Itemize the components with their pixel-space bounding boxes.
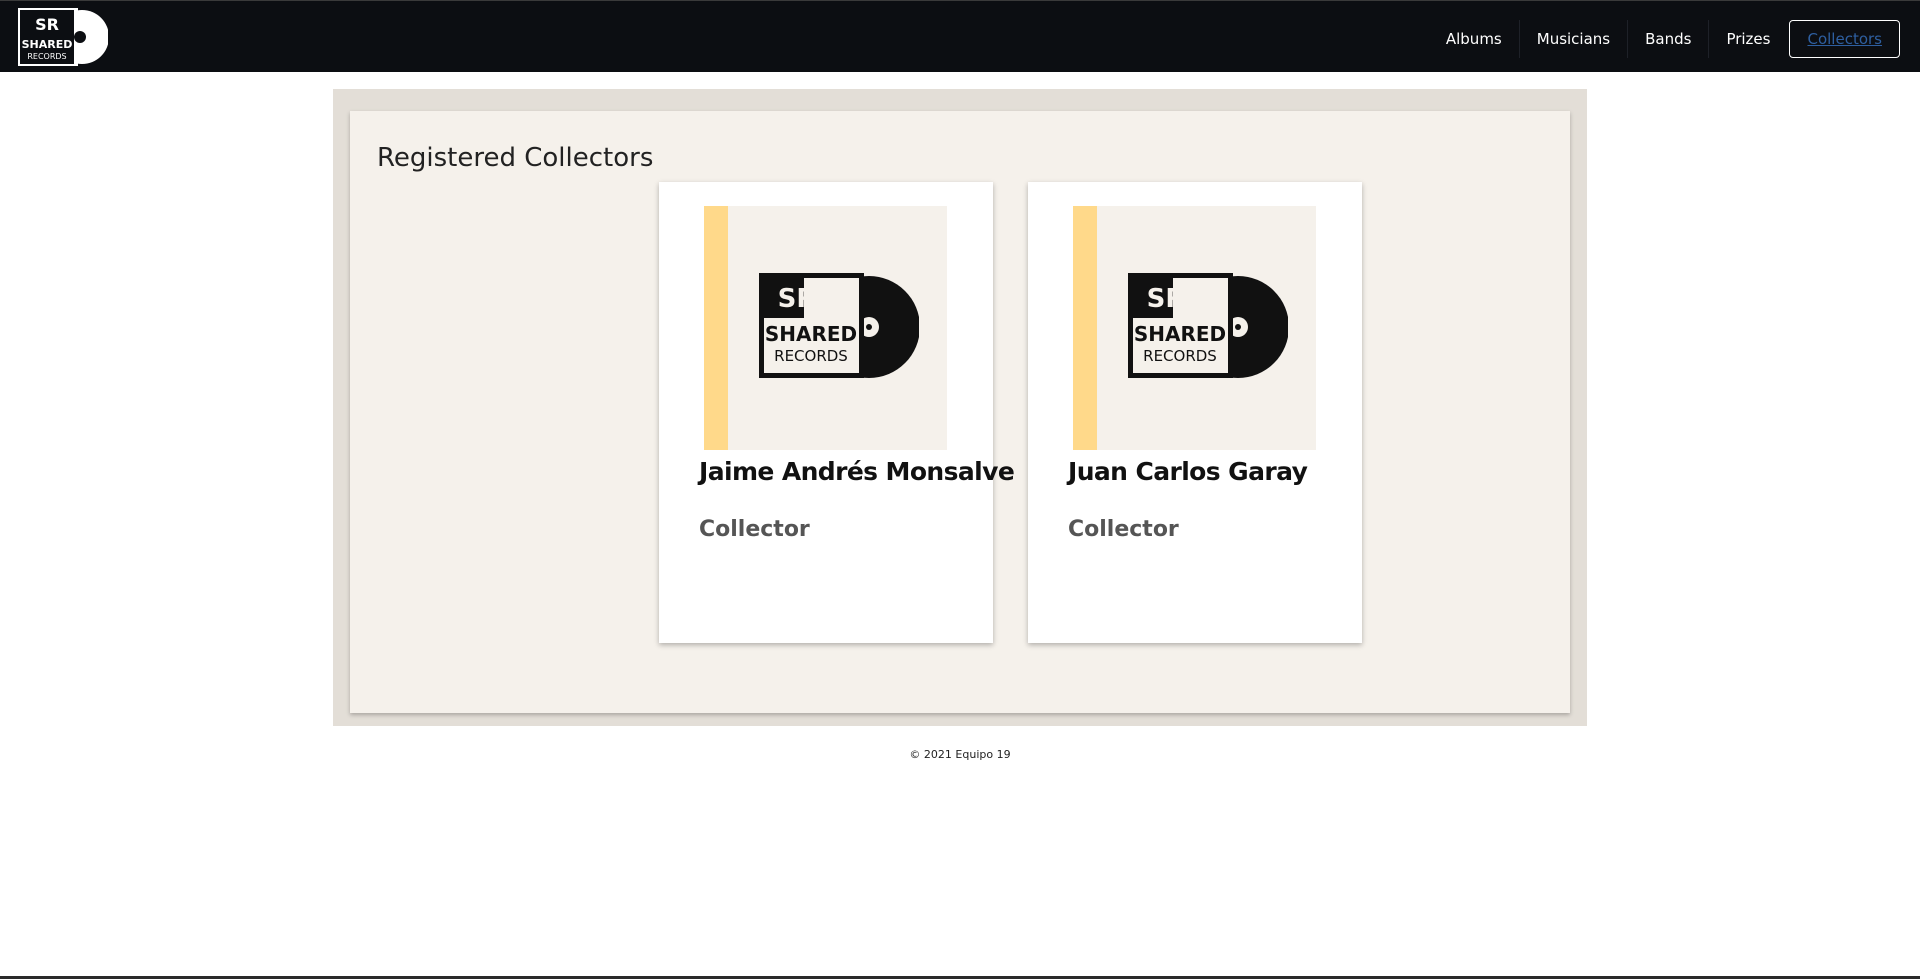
nav-link-prizes[interactable]: Prizes xyxy=(1708,20,1787,58)
main-content: Registered Collectors SR SHARED RECORDS … xyxy=(333,89,1587,726)
collectors-panel: Registered Collectors SR SHARED RECORDS … xyxy=(350,111,1570,713)
shared-records-logo-icon: SR SHARED RECORDS xyxy=(1128,273,1288,378)
collector-image: SR SHARED RECORDS xyxy=(1073,206,1316,450)
collector-image: SR SHARED RECORDS xyxy=(704,206,947,450)
copyright-text: © 2021 Equipo 19 xyxy=(909,748,1011,761)
nav-link-bands[interactable]: Bands xyxy=(1627,20,1708,58)
svg-text:RECORDS: RECORDS xyxy=(27,52,66,61)
nav-link-collectors[interactable]: Collectors xyxy=(1789,20,1900,58)
collector-role: Collector xyxy=(699,517,810,542)
page-title: Registered Collectors xyxy=(377,143,654,173)
svg-text:SR: SR xyxy=(778,284,817,314)
svg-text:RECORDS: RECORDS xyxy=(1143,347,1217,365)
collector-name: Juan Carlos Garay xyxy=(1068,457,1308,486)
image-accent-strip xyxy=(1073,206,1097,450)
shared-records-logo-icon: SR SHARED RECORDS xyxy=(759,273,919,378)
nav-link-albums[interactable]: Albums xyxy=(1429,20,1519,58)
svg-text:SHARED: SHARED xyxy=(1134,322,1226,346)
svg-text:RECORDS: RECORDS xyxy=(774,347,848,365)
top-navbar: SR SHARED RECORDS Albums Musicians Bands… xyxy=(0,0,1920,72)
page-footer: © 2021 Equipo 19 xyxy=(0,748,1920,761)
nav-link-musicians[interactable]: Musicians xyxy=(1518,20,1627,58)
svg-text:SR: SR xyxy=(35,15,59,34)
main-nav: Albums Musicians Bands Prizes Collectors xyxy=(1429,20,1900,58)
svg-text:SHARED: SHARED xyxy=(765,322,857,346)
image-accent-strip xyxy=(704,206,728,450)
collector-card[interactable]: SR SHARED RECORDS Juan Carlos Garay Coll… xyxy=(1028,182,1362,643)
collector-card[interactable]: SR SHARED RECORDS Jaime Andrés Monsalve … xyxy=(659,182,1015,643)
shared-records-logo-icon[interactable]: SR SHARED RECORDS xyxy=(18,8,109,66)
collector-name: Jaime Andrés Monsalve xyxy=(699,457,1015,486)
collector-role: Collector xyxy=(1068,517,1179,542)
svg-text:SR: SR xyxy=(1147,284,1186,314)
svg-text:SHARED: SHARED xyxy=(22,38,73,51)
